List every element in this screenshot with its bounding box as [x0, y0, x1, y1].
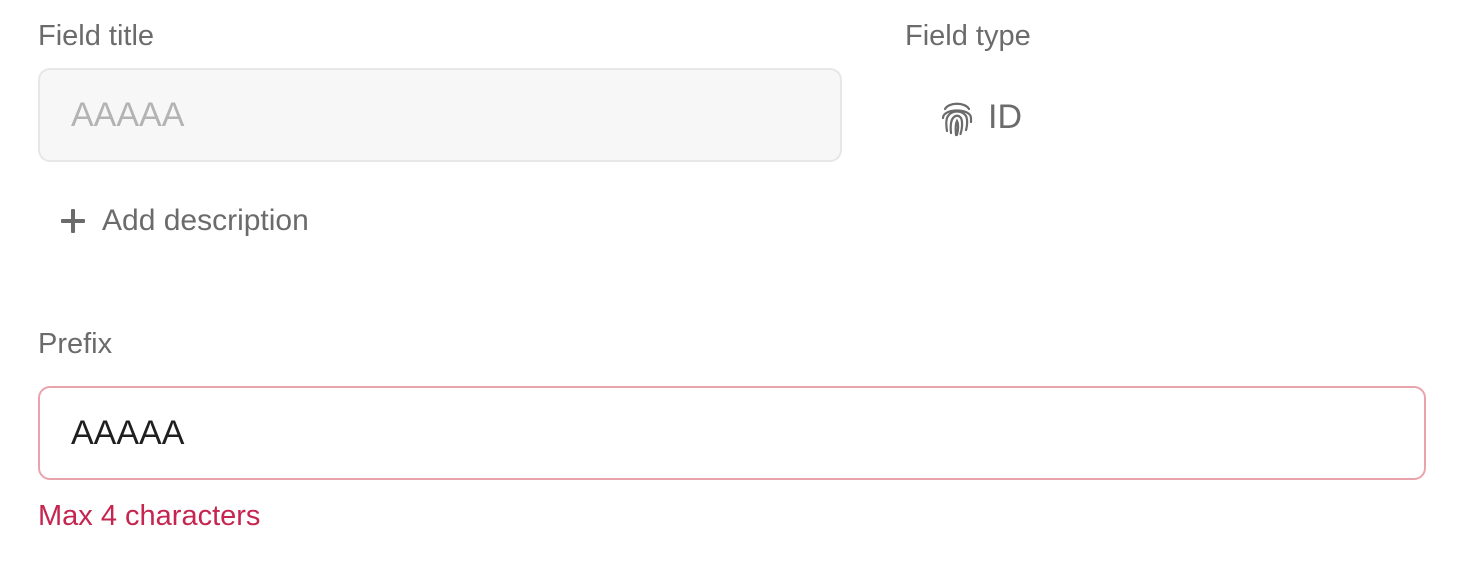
field-type-display: ID [940, 93, 1022, 141]
field-settings-form: Field title Field type ID Add descriptio… [0, 0, 1466, 574]
plus-icon [61, 209, 85, 233]
prefix-label: Prefix [38, 328, 113, 360]
field-title-label: Field title [38, 20, 155, 52]
field-title-input[interactable] [38, 68, 842, 162]
prefix-error-message: Max 4 characters [38, 500, 261, 532]
field-type-label: Field type [905, 20, 1031, 52]
field-type-value: ID [988, 98, 1022, 136]
add-description-button[interactable]: Add description [58, 198, 309, 244]
add-description-label: Add description [102, 204, 309, 237]
fingerprint-icon [941, 102, 973, 137]
prefix-input[interactable] [38, 386, 1426, 480]
